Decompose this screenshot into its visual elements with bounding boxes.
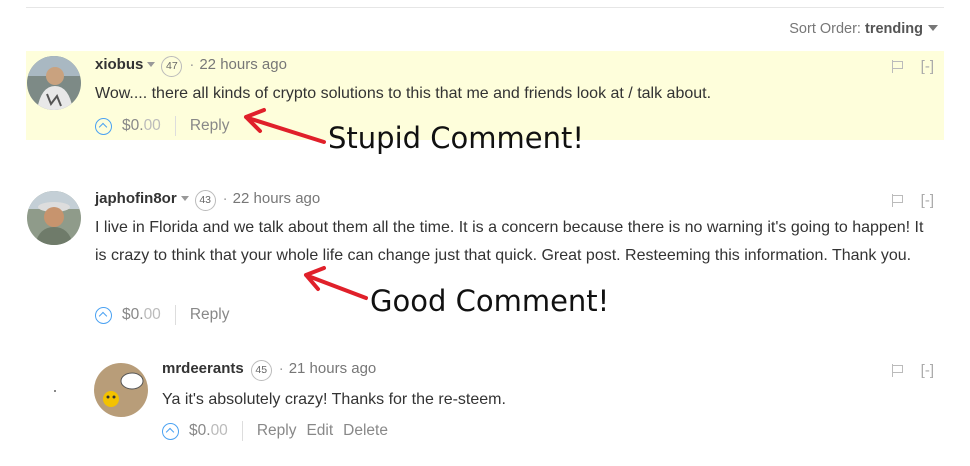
- author-name[interactable]: xiobus: [95, 56, 143, 73]
- annotation-stupid-comment: Stupid Comment!: [328, 121, 584, 155]
- avatar[interactable]: [27, 191, 81, 245]
- collapse-button[interactable]: [-]: [921, 362, 934, 379]
- flag-icon[interactable]: [891, 60, 904, 73]
- comment-mrdeerants: mrdeerants 45 · 21 hours ago [-] Ya it's ab…: [94, 355, 944, 450]
- reply-link[interactable]: Reply: [190, 306, 230, 324]
- upvote-icon[interactable]: [162, 422, 179, 440]
- collapse-button[interactable]: [-]: [921, 192, 934, 209]
- divider: [241, 421, 243, 441]
- divider: [174, 305, 176, 325]
- comment-footer: $0.00 Reply Edit Delete: [162, 421, 398, 441]
- sort-value[interactable]: trending: [865, 21, 923, 37]
- payout-amount[interactable]: $0.00: [122, 117, 161, 135]
- avatar[interactable]: [27, 56, 81, 110]
- comment-header: japhofin8or 43 · 22 hours ago: [95, 190, 320, 211]
- reputation-badge: 45: [250, 360, 272, 381]
- reputation-badge: 43: [194, 190, 216, 211]
- comment-tools: [-]: [891, 58, 934, 75]
- comment-footer: $0.00 Reply: [95, 116, 239, 136]
- annotation-good-comment: Good Comment!: [370, 284, 610, 318]
- comment-header: mrdeerants 45 · 21 hours ago: [162, 360, 376, 381]
- comment-body: I live in Florida and we talk about them…: [95, 219, 924, 264]
- sort-order[interactable]: Sort Order: trending: [789, 21, 938, 37]
- top-divider: [26, 7, 944, 8]
- upvote-icon[interactable]: [95, 117, 112, 135]
- timestamp[interactable]: 21 hours ago: [289, 360, 377, 377]
- comment-tools: [-]: [891, 362, 934, 379]
- payout-amount[interactable]: $0.00: [189, 422, 228, 440]
- divider: [174, 116, 176, 136]
- author-name[interactable]: japhofin8or: [95, 190, 177, 207]
- collapse-button[interactable]: [-]: [921, 58, 934, 75]
- sort-label: Sort Order:: [789, 21, 861, 37]
- delete-link[interactable]: Delete: [343, 422, 388, 440]
- timestamp[interactable]: 22 hours ago: [233, 190, 321, 207]
- chevron-down-icon[interactable]: [147, 62, 156, 67]
- comment-header: xiobus 47 · 22 hours ago: [95, 56, 287, 77]
- chevron-down-icon[interactable]: [180, 196, 189, 201]
- annotation-arrow-icon: [244, 108, 326, 144]
- flag-icon[interactable]: [891, 194, 904, 207]
- chevron-down-icon[interactable]: [928, 25, 938, 31]
- reply-link[interactable]: Reply: [257, 422, 297, 440]
- upvote-icon[interactable]: [95, 306, 112, 324]
- author-name[interactable]: mrdeerants: [162, 360, 244, 377]
- reputation-badge: 47: [161, 56, 183, 77]
- comment-tools: [-]: [891, 192, 934, 209]
- avatar[interactable]: [94, 363, 148, 417]
- stray-dot: [54, 390, 56, 392]
- comment-footer: $0.00 Reply: [95, 305, 239, 325]
- payout-amount[interactable]: $0.00: [122, 306, 161, 324]
- edit-link[interactable]: Edit: [306, 422, 333, 440]
- flag-icon[interactable]: [891, 364, 904, 377]
- timestamp[interactable]: 22 hours ago: [199, 56, 287, 73]
- comment-body: Wow.... there all kinds of crypto soluti…: [95, 85, 712, 102]
- reply-link[interactable]: Reply: [190, 117, 230, 135]
- annotation-arrow-icon: [304, 266, 368, 300]
- comment-body: Ya it's absolutely crazy! Thanks for the…: [162, 391, 506, 408]
